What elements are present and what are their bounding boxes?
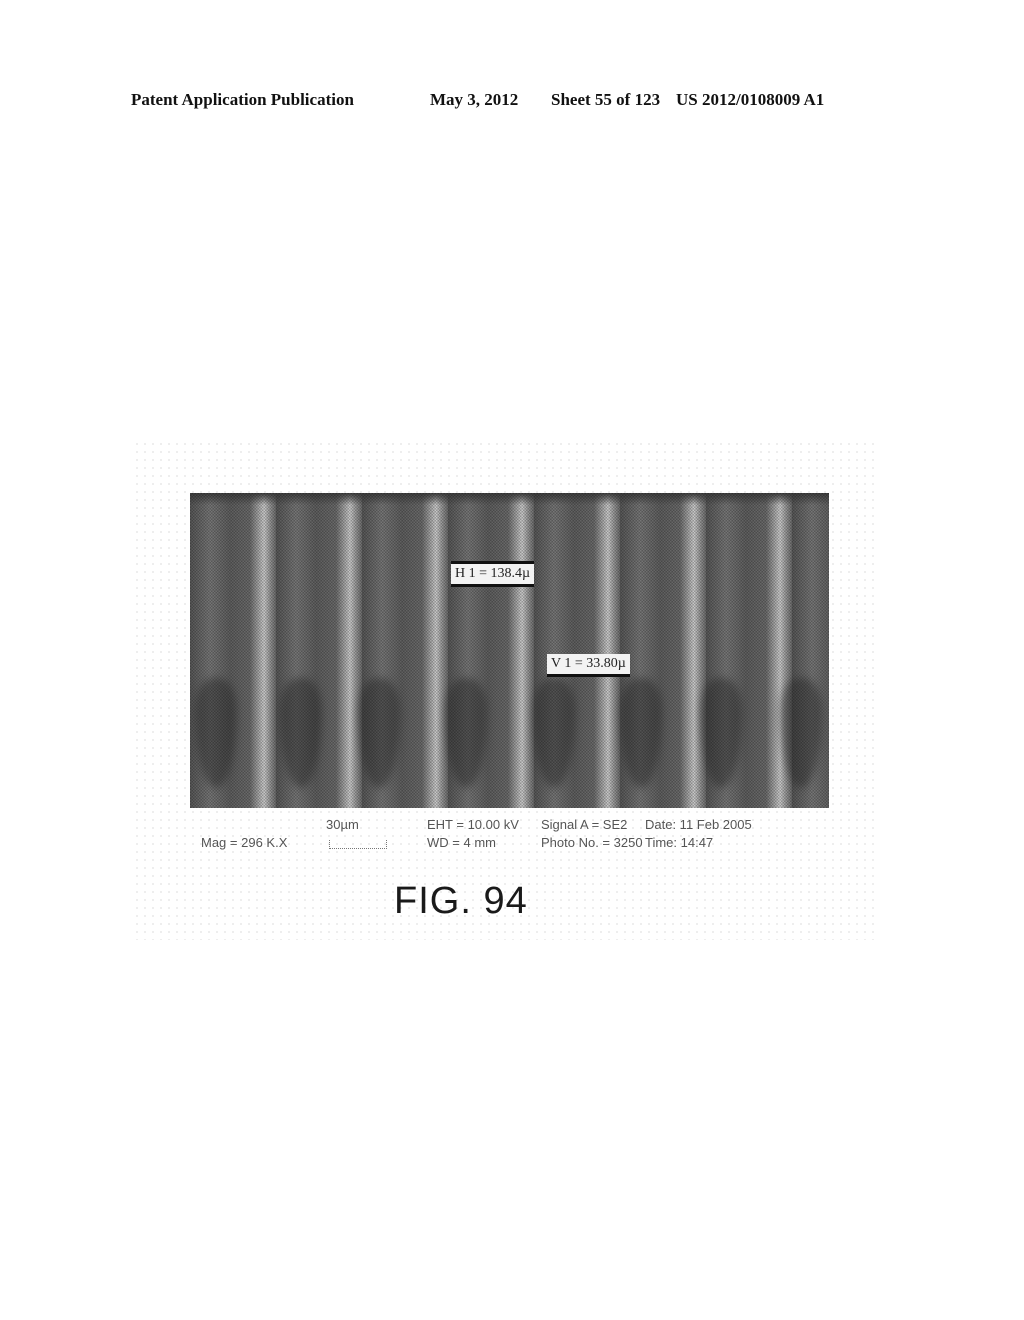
capture-date: Date: 11 Feb 2005 — [645, 817, 752, 832]
scale-bar-label: 30µm — [326, 817, 359, 832]
scale-bar — [329, 840, 387, 849]
figure-label: FIG. 94 — [394, 880, 528, 922]
capture-time: Time: 14:47 — [645, 835, 714, 850]
working-distance: WD = 4 mm — [427, 835, 496, 850]
magnification: Mag = 296 K.X — [201, 835, 288, 850]
patent-number: US 2012/0108009 A1 — [676, 90, 825, 109]
measurement-v1: V 1 = 33.80µ — [547, 654, 630, 677]
publication-title: Patent Application Publication — [131, 90, 354, 109]
signal-value: Signal A = SE2 — [541, 817, 628, 832]
halftone-overlay — [190, 493, 829, 808]
measurement-h1: H 1 = 138.4µ — [451, 561, 535, 587]
sheet-number: Sheet 55 of 123 — [551, 90, 661, 109]
eht-value: EHT = 10.00 kV — [427, 817, 519, 832]
publication-date: May 3, 2012 — [430, 90, 519, 109]
photo-number: Photo No. = 3250 — [541, 835, 643, 850]
sem-micrograph — [190, 493, 829, 808]
